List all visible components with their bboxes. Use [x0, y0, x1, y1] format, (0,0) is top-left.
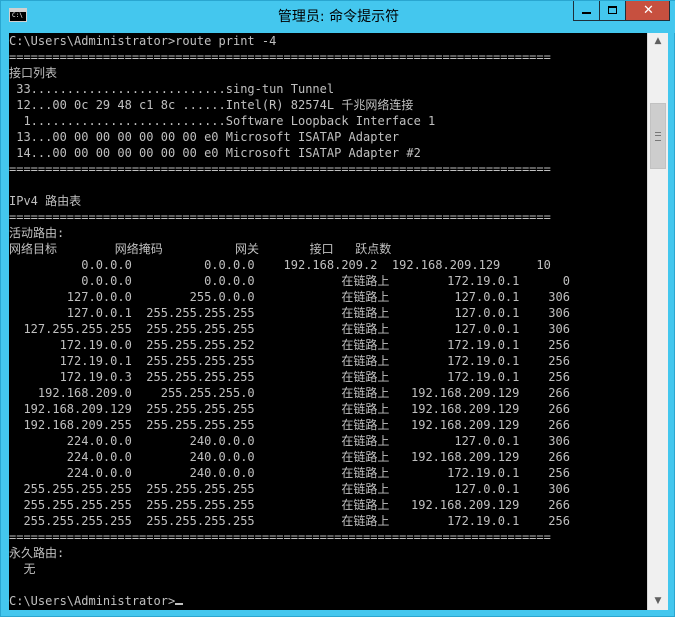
vertical-scrollbar[interactable]: ▲ ▼ [647, 33, 668, 610]
title-bar[interactable]: C:\ 管理员: 命令提示符 ✕ [1, 1, 675, 33]
scroll-up-icon[interactable]: ▲ [648, 33, 668, 50]
console-line: ========================================… [9, 530, 551, 544]
console-output[interactable]: C:\Users\Administrator>route print -4 ===… [9, 33, 647, 610]
console-line: 255.255.255.255 255.255.255.255 在链路上 172… [9, 514, 570, 528]
console-line: 0.0.0.0 0.0.0.0 192.168.209.2 192.168.20… [9, 258, 551, 272]
console-line: 172.19.0.0 255.255.255.252 在链路上 172.19.0… [9, 338, 570, 352]
console-line: 192.168.209.129 255.255.255.255 在链路上 192… [9, 402, 570, 416]
close-button[interactable]: ✕ [625, 1, 670, 21]
console-line: 13...00 00 00 00 00 00 00 e0 Microsoft I… [9, 130, 400, 144]
console-line: 1...........................Software Loo… [9, 114, 436, 128]
console-line: 255.255.255.255 255.255.255.255 在链路上 192… [9, 498, 570, 512]
command-prompt-window: C:\ 管理员: 命令提示符 ✕ C:\Users\Administrator>… [0, 0, 675, 617]
console-line: 192.168.209.255 255.255.255.255 在链路上 192… [9, 418, 570, 432]
grip-icon [655, 132, 661, 141]
console-line: 33...........................sing-tun Tu… [9, 82, 335, 96]
console-line: 活动路由: [9, 226, 65, 240]
console-line: 127.0.0.0 255.0.0.0 在链路上 127.0.0.1 306 [9, 290, 570, 304]
console-line: 无 [9, 562, 36, 576]
maximize-icon [608, 6, 617, 14]
scroll-down-icon[interactable]: ▼ [648, 593, 668, 610]
console-line: 12...00 0c 29 48 c1 8c ......Intel(R) 82… [9, 98, 414, 112]
console-line: 224.0.0.0 240.0.0.0 在链路上 192.168.209.129… [9, 450, 570, 464]
text-cursor [175, 603, 184, 605]
console-line: ========================================… [9, 210, 551, 224]
minimize-icon [582, 12, 591, 14]
console-line: 172.19.0.1 255.255.255.255 在链路上 172.19.0… [9, 354, 570, 368]
close-icon: ✕ [643, 3, 654, 18]
scroll-thumb[interactable] [650, 103, 666, 169]
console-line: 172.19.0.3 255.255.255.255 在链路上 172.19.0… [9, 370, 570, 384]
console-line: 127.0.0.1 255.255.255.255 在链路上 127.0.0.1… [9, 306, 570, 320]
console-line: 0.0.0.0 0.0.0.0 在链路上 172.19.0.1 0 [9, 274, 570, 288]
console-line: 接口列表 [9, 66, 58, 80]
console-line: 255.255.255.255 255.255.255.255 在链路上 127… [9, 482, 570, 496]
console-line: C:\Users\Administrator>route print -4 [9, 34, 277, 48]
console-line: 网络目标 网络掩码 网关 接口 跃点数 [9, 242, 392, 256]
console-line: 127.255.255.255 255.255.255.255 在链路上 127… [9, 322, 570, 336]
console-line: 192.168.209.0 255.255.255.0 在链路上 192.168… [9, 386, 570, 400]
console-line: 224.0.0.0 240.0.0.0 在链路上 127.0.0.1 306 [9, 434, 570, 448]
console-line: ========================================… [9, 50, 551, 64]
console-text: C:\Users\Administrator>route print -4 ===… [9, 33, 570, 609]
console-line: 224.0.0.0 240.0.0.0 在链路上 172.19.0.1 256 [9, 466, 570, 480]
command-prompt-line: C:\Users\Administrator> [9, 593, 570, 609]
maximize-button[interactable] [599, 1, 625, 21]
console-line: 永久路由: [9, 546, 65, 560]
window-controls: ✕ [573, 1, 670, 21]
console-line: ========================================… [9, 162, 551, 176]
console-line: 14...00 00 00 00 00 00 00 e0 Microsoft I… [9, 146, 421, 160]
minimize-button[interactable] [573, 1, 599, 21]
console-line: IPv4 路由表 [9, 194, 82, 208]
